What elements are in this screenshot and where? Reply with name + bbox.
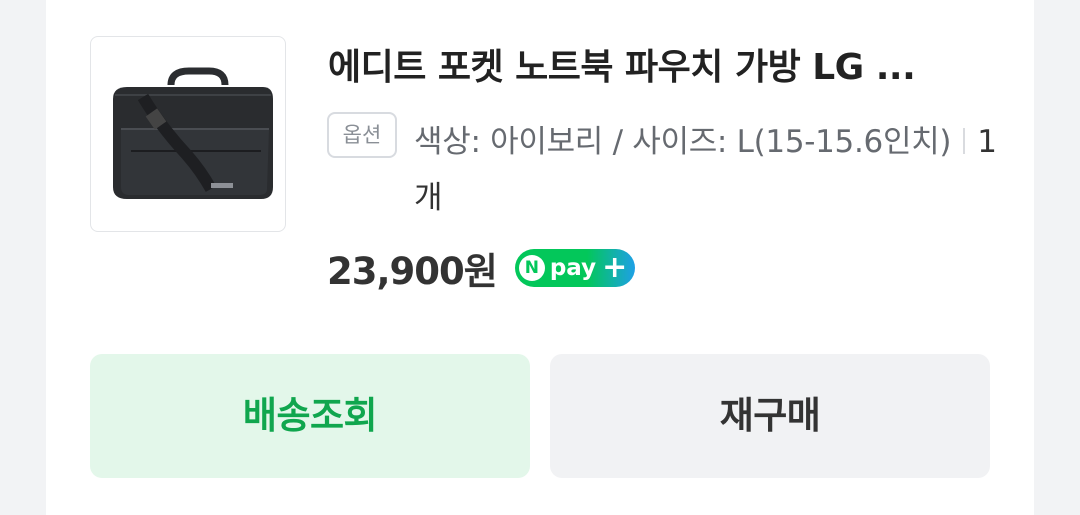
- track-delivery-button[interactable]: 배송조회: [90, 354, 530, 478]
- laptop-bag-image: [113, 67, 273, 199]
- product-thumbnail[interactable]: [90, 36, 286, 232]
- option-value: 색상: 아이보리 / 사이즈: L(15-15.6인치): [414, 124, 952, 160]
- product-title[interactable]: 에디트 포켓 노트북 파우치 가방 LG ...: [328, 44, 1008, 92]
- price: 23,900원: [327, 250, 498, 293]
- npay-n-icon: N: [518, 255, 545, 281]
- option-details: 색상: 아이보리 / 사이즈: L(15-15.6인치) 1개: [414, 114, 1014, 226]
- option-badge: 옵션: [327, 112, 397, 158]
- order-item-card: 에디트 포켓 노트북 파우치 가방 LG ... 옵션 색상: 아이보리 / 사…: [46, 0, 1034, 515]
- plus-icon: +: [602, 250, 628, 285]
- rebuy-button[interactable]: 재구매: [550, 354, 990, 478]
- npay-label: pay: [549, 255, 597, 281]
- divider: [963, 127, 966, 154]
- price-row: 23,900원 N pay +: [327, 240, 636, 296]
- npay-plus-badge: N pay +: [514, 249, 636, 287]
